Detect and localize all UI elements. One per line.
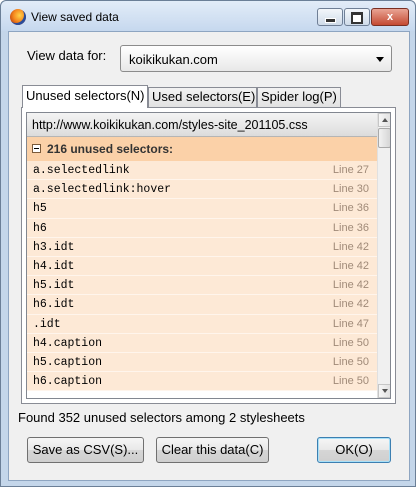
selector-text: a.selectedlink:hover xyxy=(33,183,172,197)
tab-unused-selectors[interactable]: Unused selectors(N) xyxy=(22,85,148,108)
list-item[interactable]: h4.caption Line 50 xyxy=(27,333,377,353)
list-item[interactable]: a.selectedlink Line 27 xyxy=(27,161,377,181)
group-header-row[interactable]: 216 unused selectors: xyxy=(27,137,377,161)
stylesheet-url: http://www.koikikukan.com/styles-site_20… xyxy=(32,118,308,132)
scroll-up-icon[interactable] xyxy=(378,113,390,127)
line-number: Line 30 xyxy=(332,183,369,196)
window-title: View saved data xyxy=(31,10,119,24)
list-item[interactable]: h6 Line 36 xyxy=(27,218,377,238)
tab-used-selectors[interactable]: Used selectors(E) xyxy=(148,87,257,107)
line-number: Line 42 xyxy=(332,298,369,311)
selector-text: h4.idt xyxy=(33,259,75,273)
close-icon: x xyxy=(386,11,394,23)
minimize-button[interactable] xyxy=(317,8,343,26)
save-as-csv-button[interactable]: Save as CSV(S)... xyxy=(27,437,144,463)
selector-rows: a.selectedlink Line 27 a.selectedlink:hov… xyxy=(27,161,377,392)
list-item[interactable]: h5 Line 36 xyxy=(27,199,377,219)
unused-selectors-list[interactable]: http://www.koikikukan.com/styles-site_20… xyxy=(26,112,391,399)
site-select-value: koikikukan.com xyxy=(129,52,218,67)
group-label: 216 unused selectors: xyxy=(47,142,174,156)
scroll-down-icon[interactable] xyxy=(378,384,390,398)
selector-text: h4.caption xyxy=(33,336,103,350)
selector-text: h6.caption xyxy=(33,375,103,389)
list-item[interactable]: h3.idt Line 42 xyxy=(27,237,377,257)
line-number: Line 47 xyxy=(332,317,369,330)
selector-text: h5 xyxy=(33,202,47,216)
dialog-content: View data for: koikikukan.com Unused sel… xyxy=(8,31,410,481)
list-item[interactable]: .idt Line 47 xyxy=(27,314,377,334)
list-item[interactable]: h5.caption Line 50 xyxy=(27,352,377,373)
vertical-scrollbar[interactable] xyxy=(377,113,390,398)
line-number: Line 42 xyxy=(332,240,369,253)
minimize-icon xyxy=(324,18,336,23)
site-select[interactable]: koikikukan.com xyxy=(120,45,392,72)
status-text: Found 352 unused selectors among 2 style… xyxy=(18,410,305,425)
list-item[interactable]: h6.caption Line 50 xyxy=(27,372,377,392)
line-number: Line 36 xyxy=(332,202,369,215)
list-item[interactable]: h4.idt Line 42 xyxy=(27,256,377,277)
line-number: Line 36 xyxy=(332,221,369,234)
line-number: Line 42 xyxy=(332,279,369,292)
line-number: Line 50 xyxy=(332,336,369,349)
list-item[interactable]: h5.idt Line 42 xyxy=(27,276,377,296)
list-item[interactable]: h6.idt Line 42 xyxy=(27,295,377,315)
close-button[interactable]: x xyxy=(371,8,409,26)
title-bar[interactable]: View saved data x xyxy=(1,1,415,31)
line-number: Line 27 xyxy=(332,164,369,176)
stylesheet-row[interactable]: http://www.koikikukan.com/styles-site_20… xyxy=(27,113,377,137)
collapse-icon[interactable] xyxy=(32,144,41,153)
selector-text: h3.idt xyxy=(33,240,75,254)
view-data-label: View data for: xyxy=(27,48,107,63)
line-number: Line 42 xyxy=(332,259,369,272)
selector-text: h6 xyxy=(33,221,47,235)
selector-text: h5.idt xyxy=(33,279,75,293)
selector-text: h6.idt xyxy=(33,298,75,312)
chevron-down-icon[interactable] xyxy=(376,57,384,62)
maximize-button[interactable] xyxy=(344,8,370,26)
firefox-app-icon xyxy=(10,9,26,25)
maximize-icon xyxy=(351,12,363,24)
clear-data-button[interactable]: Clear this data(C) xyxy=(156,437,269,463)
scroll-thumb[interactable] xyxy=(378,128,390,148)
ok-button[interactable]: OK(O) xyxy=(317,437,391,463)
view-saved-data-window: View saved data x View data for: koikiku… xyxy=(0,0,416,487)
list-item[interactable]: a.selectedlink:hover Line 30 xyxy=(27,180,377,200)
tab-panel: http://www.koikikukan.com/styles-site_20… xyxy=(21,107,396,404)
selector-text: .idt xyxy=(33,317,61,331)
selector-text: h5.caption xyxy=(33,355,103,369)
selector-text: a.selectedlink xyxy=(33,164,130,177)
line-number: Line 50 xyxy=(332,355,369,368)
tab-spider-log[interactable]: Spider log(P) xyxy=(257,87,341,107)
line-number: Line 50 xyxy=(332,375,369,388)
